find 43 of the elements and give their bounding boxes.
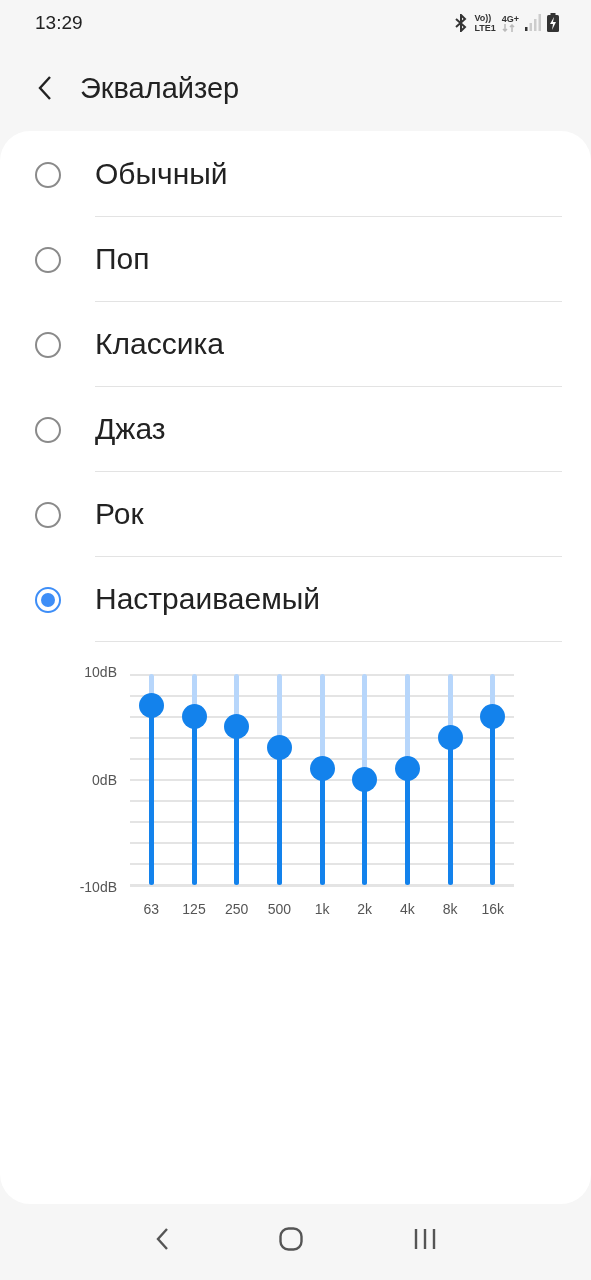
radio-button[interactable]: [35, 501, 61, 528]
back-icon: [155, 1227, 170, 1251]
bluetooth-icon: [454, 13, 469, 32]
frequency-label: 250: [224, 901, 250, 917]
preset-label: Джаз: [95, 387, 562, 472]
preset-option[interactable]: Обычный: [0, 132, 591, 217]
frequency-label: 16k: [480, 901, 505, 917]
preset-option[interactable]: Настраиваемый: [0, 557, 591, 642]
preset-label: Рок: [95, 472, 562, 557]
volte-label: Vo)): [474, 12, 493, 23]
radio-button[interactable]: [35, 246, 61, 273]
scale-label: 10dB: [84, 664, 117, 680]
radio-button[interactable]: [35, 161, 61, 188]
frequency-label: 500: [266, 901, 293, 917]
data-arrows-icon: [501, 23, 516, 32]
preset-option[interactable]: Поп: [0, 217, 591, 302]
frequency-label: 8k: [441, 901, 459, 917]
frequency-label: 2k: [356, 901, 374, 917]
radio-button[interactable]: [35, 416, 61, 443]
scale-label: 0dB: [92, 771, 117, 788]
preset-option[interactable]: Джаз: [0, 387, 591, 472]
scale-label: -10dB: [79, 879, 117, 895]
signal-icon: [525, 14, 541, 31]
frequency-label: 125: [181, 901, 207, 917]
back-icon: [38, 75, 52, 101]
network-label: 4G+: [501, 13, 519, 24]
radio-button[interactable]: [35, 586, 61, 613]
home-icon: [279, 1227, 304, 1251]
preset-label: Классика: [95, 302, 562, 387]
lte-label: LTE1: [474, 22, 496, 33]
radio-button[interactable]: [35, 331, 61, 358]
preset-option[interactable]: Рок: [0, 472, 591, 557]
preset-label: Настраиваемый: [95, 557, 562, 642]
preset-label: Обычный: [95, 132, 562, 217]
recents-icon: [413, 1228, 436, 1250]
frequency-label: 1k: [313, 901, 331, 917]
preset-label: Поп: [95, 217, 562, 302]
page-title: Эквалайзер: [80, 71, 240, 105]
frequency-label: 4k: [398, 901, 416, 917]
battery-charging-icon: [547, 13, 559, 32]
preset-option[interactable]: Классика: [0, 302, 591, 387]
clock: 13:29: [35, 11, 84, 34]
frequency-label: 63: [142, 901, 161, 917]
